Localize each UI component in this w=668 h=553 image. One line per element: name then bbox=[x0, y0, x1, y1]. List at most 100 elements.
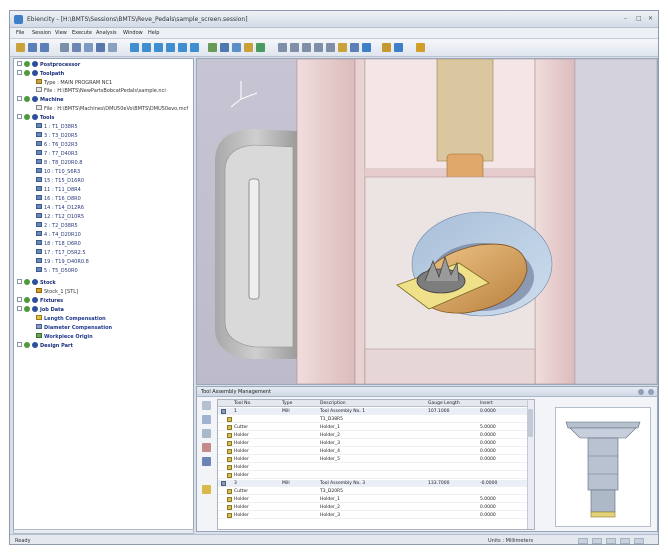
status-button-5[interactable] bbox=[634, 538, 644, 544]
expand-icon[interactable] bbox=[17, 297, 22, 302]
tree-node-job-data[interactable]: Job Data bbox=[17, 305, 64, 314]
tool-manager-icon[interactable] bbox=[96, 43, 105, 52]
view-iso-icon[interactable] bbox=[190, 43, 199, 52]
tool-component-row[interactable]: Holder Holder_1 5.0000 bbox=[218, 496, 528, 503]
tool-component-row[interactable]: Holder Holder_5 0.0000 bbox=[218, 456, 528, 463]
reset-view-icon[interactable] bbox=[338, 43, 347, 52]
column-header-type[interactable]: Type bbox=[282, 400, 312, 407]
zoom-window-icon[interactable] bbox=[278, 43, 287, 52]
menu-session[interactable]: Session bbox=[32, 30, 51, 36]
tree-item-tool[interactable]: 2 : T2_D38R5 bbox=[36, 222, 78, 230]
tool-component-row[interactable]: Holder Holder_4 0.0000 bbox=[218, 448, 528, 455]
tree-node-toolpath[interactable]: Toolpath bbox=[17, 69, 64, 78]
menu-help[interactable]: Help bbox=[148, 30, 159, 36]
tool-component-row[interactable]: Cutter T3_D20R5 bbox=[218, 488, 528, 495]
scrollbar-thumb[interactable] bbox=[528, 409, 533, 437]
panel-close-icon[interactable] bbox=[648, 389, 654, 395]
copy-icon[interactable] bbox=[84, 43, 93, 52]
menu-analysis[interactable]: Analysis bbox=[96, 30, 117, 36]
view-right-icon[interactable] bbox=[166, 43, 175, 52]
status-button-1[interactable] bbox=[578, 538, 588, 544]
tree-item-tool[interactable]: 5 : T5_D50R0 bbox=[36, 267, 78, 275]
add-tool-icon[interactable] bbox=[202, 401, 211, 410]
settings-icon[interactable] bbox=[60, 43, 69, 52]
save-icon[interactable] bbox=[40, 43, 49, 52]
section-icon[interactable] bbox=[220, 43, 229, 52]
pan-icon[interactable] bbox=[314, 43, 323, 52]
menu-view[interactable]: View bbox=[55, 30, 67, 36]
tree-item-stock[interactable]: Stock_1 [STL] bbox=[36, 288, 78, 296]
tool-component-row[interactable]: T1_D38R5 bbox=[218, 416, 528, 423]
column-header-tool-no[interactable]: Tool No. bbox=[234, 400, 278, 407]
zoom-out-icon[interactable] bbox=[302, 43, 311, 52]
expand-icon[interactable] bbox=[17, 61, 22, 66]
tool-assembly-row[interactable]: 3 Mill Tool Assembly No. 3 133.7000 -0.0000 bbox=[218, 480, 528, 487]
collapse-icon[interactable] bbox=[17, 70, 22, 75]
save-tool-icon[interactable] bbox=[202, 457, 211, 466]
copy-tool-icon[interactable] bbox=[202, 429, 211, 438]
collapse-icon[interactable] bbox=[17, 279, 22, 284]
tree-item-tool[interactable]: 6 : T6_D32R3 bbox=[36, 141, 78, 149]
3d-viewport[interactable] bbox=[196, 58, 658, 385]
open-library-icon[interactable] bbox=[202, 485, 211, 494]
fit-icon[interactable] bbox=[232, 43, 241, 52]
tree-item-tool[interactable]: 3 : T3_D20R5 bbox=[36, 132, 78, 140]
tree-item-machine-file[interactable]: File : H:\BMTS\Machines\DMU50eVo\BMTS\DM… bbox=[36, 105, 188, 113]
menu-file[interactable]: File bbox=[16, 30, 24, 36]
tree-item-tool[interactable]: 18 : T18_D6R0 bbox=[36, 240, 81, 248]
tool-component-row[interactable]: Holder Holder_2 0.0000 bbox=[218, 432, 528, 439]
tool-component-row[interactable]: Holder Holder_2 0.0000 bbox=[218, 504, 528, 511]
view-top-icon[interactable] bbox=[178, 43, 187, 52]
view-back-icon[interactable] bbox=[142, 43, 151, 52]
tool-component-row[interactable]: Holder bbox=[218, 472, 528, 479]
status-button-3[interactable] bbox=[606, 538, 616, 544]
tree-item-tool[interactable]: 4 : T4_D20R10 bbox=[36, 231, 81, 239]
maximize-button[interactable]: □ bbox=[636, 15, 642, 22]
library-icon[interactable] bbox=[108, 43, 117, 52]
tree-node-machine[interactable]: Machine bbox=[17, 95, 64, 104]
menu-execute[interactable]: Execute bbox=[72, 30, 92, 36]
delete-tool-icon[interactable] bbox=[202, 443, 211, 452]
close-button[interactable]: ✕ bbox=[648, 15, 653, 22]
tree-item-tool[interactable]: 7 : T7_D40R3 bbox=[36, 150, 78, 158]
tree-node-design-part[interactable]: Design Part bbox=[17, 341, 73, 350]
rotate-icon[interactable] bbox=[326, 43, 335, 52]
settings-panel-icon[interactable] bbox=[362, 43, 371, 52]
tree-item-toolpath-type[interactable]: Type : MAIN PROGRAM NC1 bbox=[36, 79, 112, 87]
render-icon[interactable] bbox=[208, 43, 217, 52]
grid-vertical-scrollbar[interactable] bbox=[527, 400, 534, 529]
tool-component-row[interactable]: Holder Holder_3 0.0000 bbox=[218, 512, 528, 519]
column-header-insert[interactable]: Insert bbox=[480, 400, 520, 407]
column-header-gauge-length[interactable]: Gauge Length bbox=[428, 400, 472, 407]
tree-item-tool[interactable]: 10 : T10_S6R3 bbox=[36, 168, 80, 176]
tree-item-tool[interactable]: 1 : T1_D38R5 bbox=[36, 123, 78, 131]
tree-node-fixtures[interactable]: Fixtures bbox=[17, 296, 63, 305]
tree-item-tool[interactable]: 15 : T15_D16R0 bbox=[36, 177, 84, 185]
tree-item-tool[interactable]: 16 : T16_D8R0 bbox=[36, 195, 81, 203]
tool-component-row[interactable]: Cutter Holder_1 5.0000 bbox=[218, 424, 528, 431]
view-left-icon[interactable] bbox=[154, 43, 163, 52]
tree-item-workpiece-origin[interactable]: Workpiece Origin bbox=[36, 333, 93, 341]
collapse-icon[interactable] bbox=[17, 114, 22, 119]
tree-item-tool[interactable]: 8 : T8_D20R0.8 bbox=[36, 159, 82, 167]
expand-icon[interactable] bbox=[17, 342, 22, 347]
tool-component-row[interactable]: Holder bbox=[218, 464, 528, 471]
machine-icon[interactable] bbox=[394, 43, 403, 52]
zoom-in-icon[interactable] bbox=[290, 43, 299, 52]
view-front-icon[interactable] bbox=[130, 43, 139, 52]
collapse-icon[interactable] bbox=[17, 306, 22, 311]
panel-options-icon[interactable] bbox=[638, 389, 644, 395]
help-icon[interactable] bbox=[416, 43, 425, 52]
status-button-2[interactable] bbox=[592, 538, 602, 544]
tree-node-postprocessor[interactable]: Postprocessor bbox=[17, 60, 80, 69]
column-header-description[interactable]: Description bbox=[320, 400, 408, 407]
menu-window[interactable]: Window bbox=[123, 30, 143, 36]
minimize-button[interactable]: – bbox=[624, 15, 627, 22]
tree-item-tool[interactable]: 14 : T14_D12R6 bbox=[36, 204, 84, 212]
tree-item-tool[interactable]: 11 : T11_D8R4 bbox=[36, 186, 81, 194]
tree-item-toolpath-file[interactable]: File : H:\BMTS\NewPartsBobcatPedals\samp… bbox=[36, 87, 166, 95]
open-session-icon[interactable] bbox=[16, 43, 25, 52]
save-session-icon[interactable] bbox=[28, 43, 37, 52]
tree-item-tool[interactable]: 17 : T17_D5R2.5 bbox=[36, 249, 86, 257]
play-icon[interactable] bbox=[256, 43, 265, 52]
